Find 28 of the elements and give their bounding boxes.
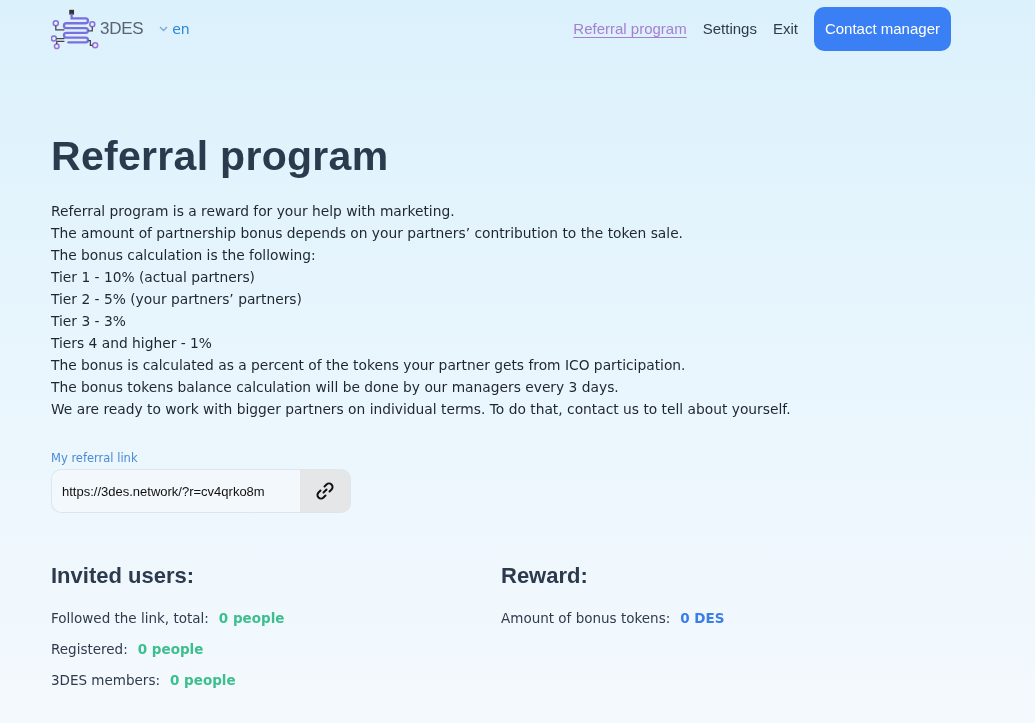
- contact-manager-button[interactable]: Contact manager: [813, 7, 951, 51]
- reward-title: Reward:: [501, 563, 588, 589]
- logo-icon: [51, 8, 99, 50]
- logo-text: 3DES: [100, 18, 144, 41]
- description-text: Tiers 4 and higher - 1%: [51, 334, 212, 353]
- description-text: Referral program is a reward for your help with marketing.: [51, 202, 455, 221]
- people-count: 0 people: [218, 609, 285, 627]
- description-text: We are ready to work with bigger partners on individual terms. To do that, contact us to tell about yourself.: [51, 400, 791, 419]
- description-text: Tier 2 - 5% (your partners’ partners): [51, 290, 302, 309]
- nav-link[interactable]: Exit: [772, 17, 798, 41]
- stat-label: Registered:: [51, 640, 128, 658]
- nav-link[interactable]: Settings: [702, 17, 757, 41]
- people-count: 0 people: [137, 640, 204, 658]
- description-text: Tier 3 - 3%: [51, 312, 126, 331]
- field-label: My referral link: [51, 450, 138, 466]
- stat-label: Followed the link, total:: [51, 609, 209, 627]
- chevron-down-icon: [159, 26, 169, 32]
- description-text: The bonus is calculated as a percent of the tokens your partner gets from ICO participation.: [51, 356, 686, 375]
- page-title: Referral program: [51, 132, 389, 181]
- description-text: Tier 1 - 10% (actual partners): [51, 268, 255, 287]
- description-text: The bonus tokens balance calculation will be done by our managers every 3 days.: [51, 378, 619, 397]
- stat-label: Amount of bonus tokens:: [501, 609, 671, 627]
- invited-users-title: Invited users:: [51, 563, 195, 589]
- token-amount: 0 DES: [680, 609, 725, 627]
- people-count: 0 people: [170, 671, 236, 689]
- description-text: The bonus calculation is the following:: [51, 246, 316, 265]
- description-text: The amount of partnership bonus depends on your partners’ contribution to the token sale.: [51, 224, 683, 243]
- stat-label: 3DES members:: [51, 671, 160, 689]
